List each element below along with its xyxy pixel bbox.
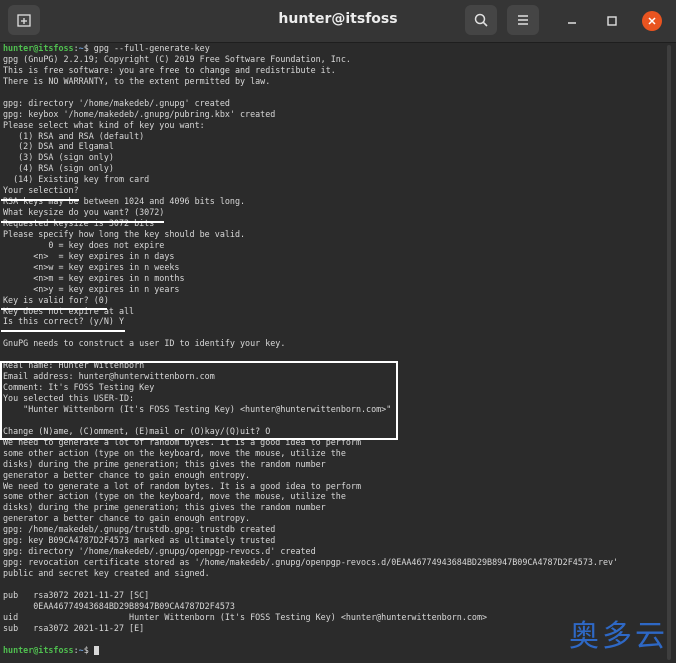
terminal-line: 0 = key does not expire — [3, 239, 165, 250]
terminal-line: <n>w = key expires in n weeks — [3, 261, 180, 272]
terminal-line: Please select what kind of key you want: — [3, 119, 205, 130]
terminal-line: Key is valid for? (0) — [3, 294, 109, 305]
annotation-underline — [1, 308, 107, 310]
terminal-line: generator a better chance to gain enough… — [3, 513, 251, 524]
terminal-line: generator a better chance to gain enough… — [3, 469, 251, 480]
annotation-underline — [1, 330, 125, 332]
terminal-line: There is NO WARRANTY, to the extent perm… — [3, 75, 271, 86]
terminal-line: gpg: keybox '/home/makedeb/.gnupg/pubrin… — [3, 108, 276, 119]
terminal-line: Requested keysize is 3072 bits — [3, 218, 155, 228]
terminal-line: <n>y = key expires in n years — [3, 283, 180, 294]
terminal-line: gpg: directory '/home/makedeb/.gnupg' cr… — [3, 97, 230, 108]
minimize-button[interactable] — [558, 7, 586, 35]
terminal-line: some other action (type on the keyboard,… — [3, 447, 346, 458]
search-icon — [474, 13, 488, 27]
terminal-line: <n> = key expires in n days — [3, 250, 175, 261]
terminal-output[interactable]: hunter@itsfoss:~$ gpg --full-generate-ke… — [0, 43, 660, 663]
text-cursor — [93, 645, 99, 655]
search-button[interactable] — [465, 5, 497, 35]
terminal-line: Please specify how long the key should b… — [3, 228, 246, 239]
terminal-line: hunter@itsfoss:~$ gpg --full-generate-ke… — [3, 43, 210, 53]
terminal-line: pub rsa3072 2021-11-27 [SC] — [3, 589, 150, 600]
terminal-line: Your selection? — [3, 185, 79, 196]
terminal-line: (1) RSA and RSA (default) — [3, 130, 145, 141]
terminal-line: public and secret key created and signed… — [3, 568, 210, 578]
terminal-line: hunter@itsfoss:~$ — [3, 645, 660, 656]
close-icon — [648, 17, 656, 25]
terminal-line: (4) RSA (sign only) — [3, 163, 114, 174]
prompt-user: hunter@itsfoss — [3, 43, 74, 53]
terminal-line: Is this correct? (y/N) Y — [3, 316, 125, 327]
prompt-user: hunter@itsfoss — [3, 644, 74, 655]
terminal-line: gpg: key B09CA4787D2F4573 marked as ulti… — [3, 535, 276, 546]
prompt-symbol: $ — [83, 43, 94, 53]
terminal-line: 0EAA46774943684BD29B8947B09CA4787D2F4573 — [3, 600, 235, 611]
maximize-icon — [607, 16, 617, 26]
terminal-line: (2) DSA and Elgamal — [3, 141, 114, 152]
terminal-line: some other action (type on the keyboard,… — [3, 491, 346, 502]
watermark-logo: 奥多云 — [569, 619, 668, 654]
prompt-symbol: $ — [83, 644, 94, 655]
terminal-line: (14) Existing key from card — [3, 174, 150, 185]
menu-button[interactable] — [507, 5, 539, 35]
terminal-line: <n>m = key expires in n months — [3, 272, 185, 283]
terminal-line: gpg (GnuPG) 2.2.19; Copyright (C) 2019 F… — [3, 53, 351, 64]
terminal-line: uid Hunter Wittenborn (It's FOSS Testing… — [3, 611, 488, 622]
terminal-window: hunter@itsfoss hunter@itsfoss:~$ gpg --f… — [0, 0, 676, 663]
terminal-line: gpg: revocation certificate stored as '/… — [3, 557, 619, 568]
terminal-line: gpg: directory '/home/makedeb/.gnupg/ope… — [3, 546, 316, 557]
terminal-line: sub rsa3072 2021-11-27 [E] — [3, 622, 145, 633]
maximize-button[interactable] — [598, 7, 626, 35]
terminal-line: disks) during the prime generation; this… — [3, 458, 326, 469]
annotation-box — [0, 361, 398, 440]
terminal-line: This is free software: you are free to c… — [3, 64, 336, 75]
terminal-line: (3) DSA (sign only) — [3, 152, 114, 163]
menu-icon — [518, 15, 528, 25]
annotation-underline — [1, 221, 164, 223]
terminal-line: We need to generate a lot of random byte… — [3, 480, 361, 491]
command-text: gpg --full-generate-key — [93, 43, 210, 53]
terminal-line: GnuPG needs to construct a user ID to id… — [3, 338, 286, 349]
terminal-line: disks) during the prime generation; this… — [3, 502, 326, 513]
terminal-line: What keysize do you want? (3072) — [3, 207, 165, 218]
terminal-line: RSA keys may be between 1024 and 4096 bi… — [3, 196, 246, 207]
titlebar: hunter@itsfoss — [0, 0, 676, 43]
terminal-line: gpg: /home/makedeb/.gnupg/trustdb.gpg: t… — [3, 524, 276, 535]
annotation-underline — [1, 199, 79, 201]
scrollbar[interactable] — [667, 45, 671, 660]
close-button[interactable] — [642, 11, 662, 31]
minimize-icon — [568, 22, 576, 24]
